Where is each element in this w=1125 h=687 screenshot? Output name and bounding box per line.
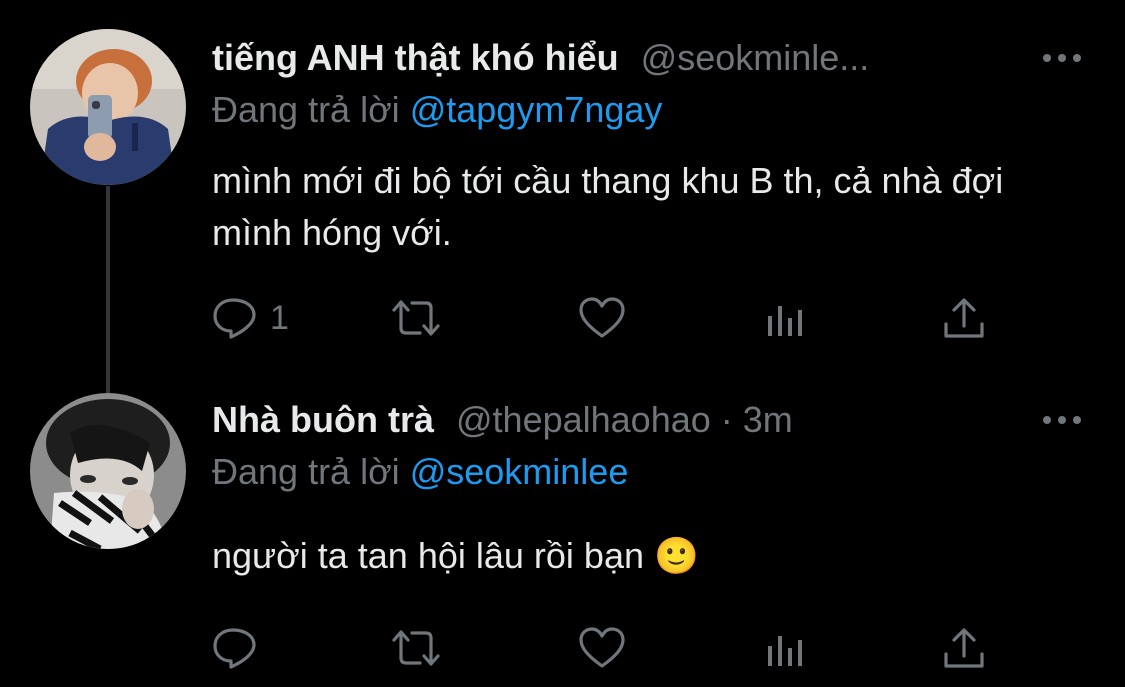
analytics-button[interactable] [766, 623, 806, 673]
tweet-2[interactable]: Nhà buôn trà @thepalhaohao · 3m Đang trả… [0, 370, 1125, 687]
timestamp[interactable]: 3m [743, 395, 793, 445]
reply-count: 1 [270, 298, 289, 337]
tweet-header: tiếng ANH thật khó hiểu @seokminle... [212, 33, 1085, 83]
share-icon [944, 298, 984, 338]
retweet-button[interactable] [390, 293, 442, 343]
avatar-photo-2 [30, 393, 186, 549]
separator-dot: · [720, 399, 733, 440]
retweet-button[interactable] [390, 623, 442, 673]
thread-connector-line [106, 186, 110, 396]
tweet-text: người ta tan hội lâu rồi bạn 🙂 [212, 535, 699, 576]
display-name[interactable]: Nhà buôn trà [212, 395, 434, 445]
tweet-actions [212, 623, 1002, 673]
tweet-1[interactable]: tiếng ANH thật khó hiểu @seokminle... Đa… [0, 0, 1125, 396]
like-button[interactable] [578, 293, 626, 343]
reply-mention-link[interactable]: @seokminlee [410, 451, 629, 492]
retweet-icon [392, 300, 440, 336]
reply-icon [213, 298, 256, 339]
analytics-icon [768, 636, 802, 666]
share-button[interactable] [942, 623, 986, 673]
heart-icon [579, 627, 625, 668]
reply-button[interactable]: 1 [212, 293, 289, 343]
tweet-text: mình mới đi bộ tới cầu thang khu B th, c… [212, 160, 1004, 253]
more-options-icon[interactable] [1043, 48, 1081, 68]
avatar-photo-1 [30, 29, 186, 185]
like-button[interactable] [578, 623, 626, 673]
user-handle[interactable]: @seokminle... [641, 33, 870, 83]
avatar[interactable] [30, 29, 186, 185]
analytics-button[interactable] [766, 293, 806, 343]
display-name[interactable]: tiếng ANH thật khó hiểu [212, 33, 619, 83]
reply-button[interactable] [212, 623, 270, 673]
tweet-header: Nhà buôn trà @thepalhaohao · 3m [212, 395, 1085, 445]
user-handle[interactable]: @thepalhaohao [456, 395, 711, 445]
heart-icon [579, 297, 625, 338]
replying-to: Đang trả lời @tapgym7ngay [212, 86, 662, 134]
reply-mention-link[interactable]: @tapgym7ngay [410, 89, 663, 130]
tweet-actions: 1 [212, 293, 1002, 343]
avatar[interactable] [30, 393, 186, 549]
replying-to-label: Đang trả lời [212, 451, 400, 492]
share-icon [944, 628, 984, 668]
more-options-icon[interactable] [1043, 410, 1081, 430]
reply-icon [213, 628, 256, 669]
share-button[interactable] [942, 293, 986, 343]
replying-to: Đang trả lời @seokminlee [212, 448, 628, 496]
replying-to-label: Đang trả lời [212, 89, 400, 130]
retweet-icon [392, 630, 440, 666]
analytics-icon [768, 306, 802, 336]
